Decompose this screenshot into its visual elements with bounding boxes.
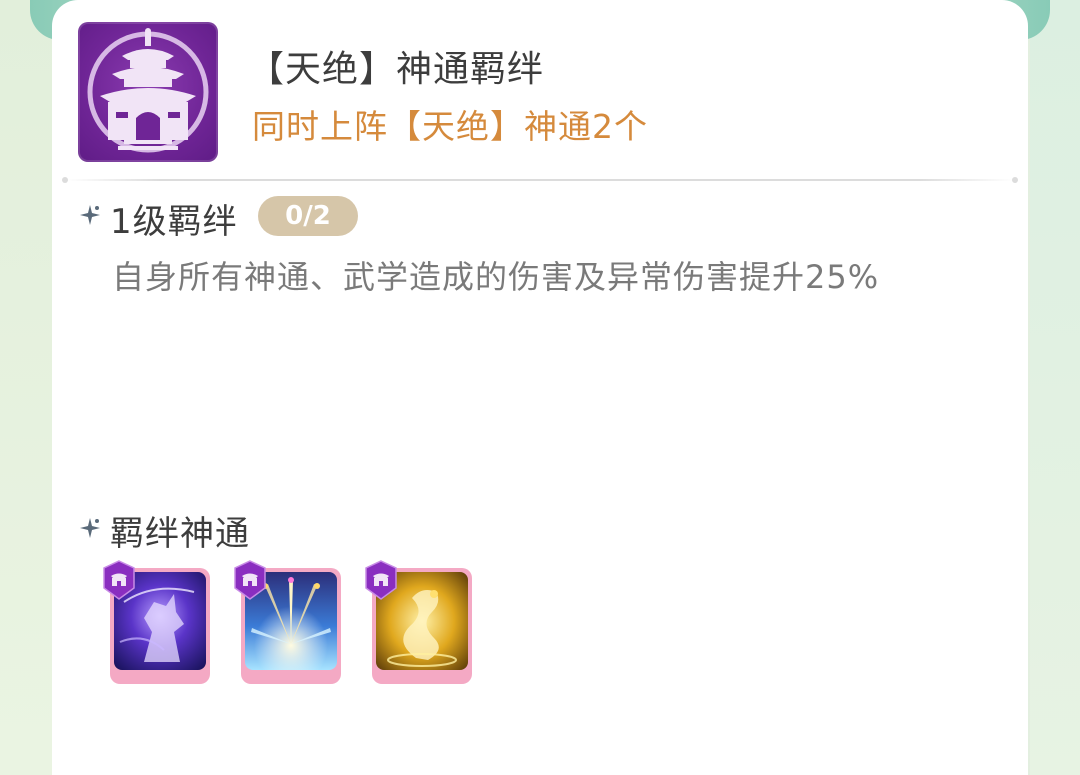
bond-requirement: 同时上阵【天绝】神通2个 [252, 107, 648, 146]
sparkle-icon [80, 518, 100, 538]
background-right [1030, 0, 1080, 775]
palace-badge-icon [365, 560, 397, 600]
palace-icon [78, 22, 218, 162]
palace-badge-icon [234, 560, 266, 600]
bond-progress-badge: 0/2 [258, 196, 358, 236]
divider [66, 179, 1014, 181]
palace-badge-icon [103, 560, 135, 600]
divider-dot-right [1012, 177, 1018, 183]
sparkle-icon [80, 205, 100, 225]
level1-bond-description: 自身所有神通、武学造成的伤害及异常伤害提升25% [112, 258, 880, 296]
bond-title: 【天绝】神通羁绊 [248, 49, 545, 90]
background-left [0, 0, 52, 775]
divider-dot-left [62, 177, 68, 183]
level1-bond-title: 1级羁绊 [110, 202, 238, 242]
bond-skills-title: 羁绊神通 [110, 514, 250, 554]
